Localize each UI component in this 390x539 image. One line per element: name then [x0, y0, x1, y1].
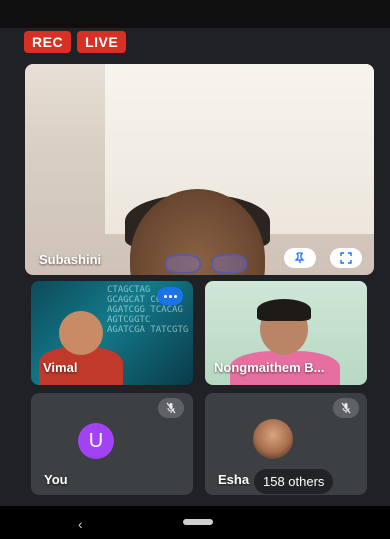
nong-hair: [257, 299, 311, 321]
main-speaker-tile[interactable]: Subashini: [25, 64, 374, 275]
esha-avatar-photo: [253, 419, 293, 459]
speaker-glasses-left: [165, 254, 201, 274]
pin-icon: [294, 252, 305, 263]
recording-badges: REC LIVE: [24, 31, 127, 53]
fullscreen-icon: [340, 252, 352, 264]
avatar: U: [78, 423, 114, 459]
mic-off-icon: [341, 402, 351, 414]
participant-name-esha: Esha: [218, 472, 250, 487]
home-pill-icon[interactable]: [183, 519, 213, 525]
meeting-screen: REC LIVE Subashini CTAGCTAG GCAGCAT CCAG…: [0, 0, 390, 539]
live-badge: LIVE: [77, 31, 127, 53]
pin-button[interactable]: [284, 248, 316, 268]
more-options-button[interactable]: [157, 287, 183, 305]
speaker-glasses-right: [211, 254, 247, 274]
others-count-button[interactable]: 158 others: [254, 469, 334, 494]
back-icon[interactable]: ‹: [78, 516, 83, 532]
more-dots-icon: [163, 294, 177, 298]
rec-badge: REC: [24, 31, 72, 53]
participant-name-you: You: [44, 472, 68, 487]
participant-name-vimal: Vimal: [43, 360, 78, 375]
participant-name-nongmaithem: Nongmaithem B...: [214, 360, 325, 375]
mic-off-indicator: [158, 398, 184, 418]
main-speaker-name: Subashini: [39, 252, 102, 267]
vimal-face: [59, 311, 103, 355]
fullscreen-button[interactable]: [330, 248, 362, 268]
mic-off-indicator: [333, 398, 359, 418]
status-bar: [0, 0, 390, 28]
mic-off-icon: [166, 402, 176, 414]
